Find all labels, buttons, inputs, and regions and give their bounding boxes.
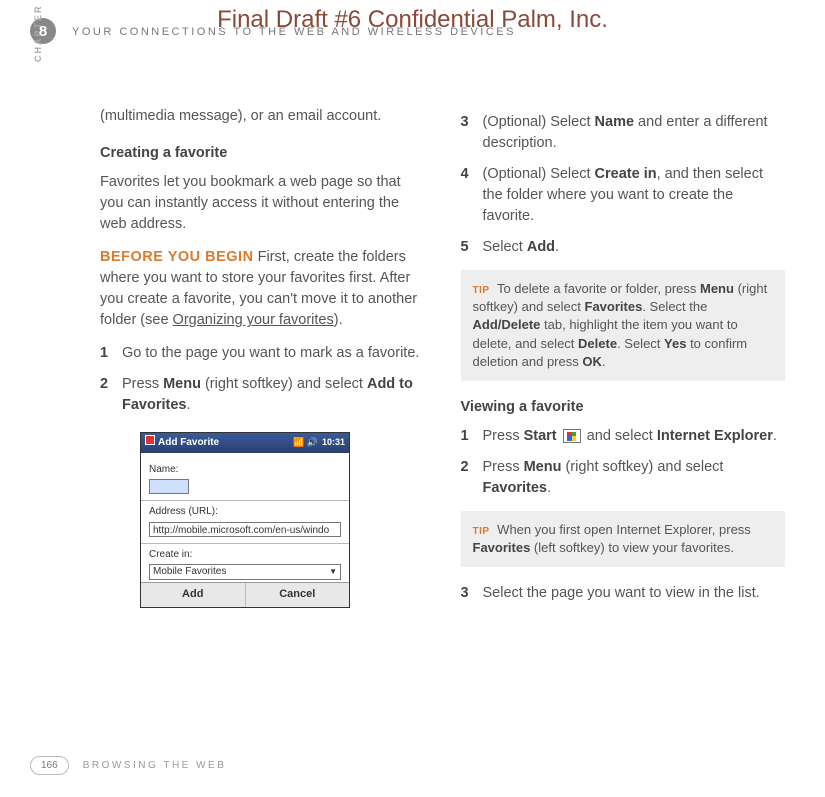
mock-address-input[interactable]: http://mobile.microsoft.com/en-us/windo <box>149 522 341 537</box>
tipbox-delete-favorite: TIP To delete a favorite or folder, pres… <box>461 270 786 381</box>
mock-cancel-button[interactable]: Cancel <box>246 583 350 607</box>
mock-dialog: Add Favorite 📶 🔊 10:31 Name: Address (UR… <box>140 432 350 608</box>
step-text: Select the page you want to view in the … <box>483 583 786 604</box>
list-item: 2 Press Menu (right softkey) and select … <box>461 457 786 499</box>
chevron-down-icon: ▼ <box>329 566 337 578</box>
start-icon <box>563 429 581 443</box>
step-text: Press Menu (right softkey) and select Ad… <box>122 374 425 416</box>
right-column: 3 (Optional) Select Name and enter a dif… <box>461 106 786 737</box>
step-number: 2 <box>100 374 122 395</box>
mock-title: Add Favorite <box>145 435 219 451</box>
step-number: 3 <box>461 112 483 133</box>
add-favorite-screenshot: Add Favorite 📶 🔊 10:31 Name: Address (UR… <box>140 432 350 608</box>
view-favorite-steps-cont: 3 Select the page you want to view in th… <box>461 583 786 604</box>
tipbox-first-open: TIP When you first open Internet Explore… <box>461 511 786 567</box>
step-number: 2 <box>461 457 483 478</box>
organizing-favorites-link[interactable]: Organizing your favorites <box>173 312 334 328</box>
step-text: Press Menu (right softkey) and select Fa… <box>483 457 786 499</box>
mock-name-label: Name: <box>149 463 341 478</box>
step-text: Press Start and select Internet Explorer… <box>483 426 786 447</box>
mock-address-label: Address (URL): <box>149 505 341 520</box>
mock-body: Name: Address (URL): http://mobile.micro… <box>141 453 349 583</box>
before-you-begin-block: BEFORE YOU BEGIN First, create the folde… <box>100 247 425 331</box>
view-favorite-steps: 1 Press Start and select Internet Explor… <box>461 426 786 499</box>
before-you-begin-label: BEFORE YOU BEGIN <box>100 249 254 265</box>
heading-creating-favorite: Creating a favorite <box>100 143 425 164</box>
favorites-description: Favorites let you bookmark a web page so… <box>100 172 425 235</box>
list-item: 3 Select the page you want to view in th… <box>461 583 786 604</box>
chapter-side-label: CHAPTER <box>33 4 43 62</box>
mock-button-row: Add Cancel <box>141 582 349 607</box>
windows-flag-icon <box>145 435 155 445</box>
page-number: 166 <box>30 756 69 775</box>
tip-label: TIP <box>473 285 490 296</box>
step-text: Go to the page you want to mark as a fav… <box>122 343 425 364</box>
content-area: (multimedia message), or an email accoun… <box>100 106 785 737</box>
list-item: 3 (Optional) Select Name and enter a dif… <box>461 112 786 154</box>
mock-status-icons: 📶 🔊 10:31 <box>293 436 345 449</box>
tip-label: TIP <box>473 526 490 537</box>
mock-titlebar: Add Favorite 📶 🔊 10:31 <box>141 433 349 453</box>
chapter-title-banner: YOUR CONNECTIONS TO THE WEB AND WIRELESS… <box>72 26 516 38</box>
step-text: (Optional) Select Create in, and then se… <box>483 164 786 227</box>
mock-name-input[interactable] <box>149 479 189 494</box>
mock-add-button[interactable]: Add <box>141 583 246 607</box>
page-footer: 166 BROWSING THE WEB <box>30 756 226 775</box>
step-number: 4 <box>461 164 483 185</box>
mock-createin-select[interactable]: Mobile Favorites ▼ <box>149 564 341 580</box>
list-item: 5 Select Add. <box>461 237 786 258</box>
list-item: 1 Go to the page you want to mark as a f… <box>100 343 425 364</box>
intro-paragraph: (multimedia message), or an email accoun… <box>100 106 425 127</box>
list-item: 2 Press Menu (right softkey) and select … <box>100 374 425 416</box>
left-column: (multimedia message), or an email accoun… <box>100 106 425 737</box>
heading-viewing-favorite: Viewing a favorite <box>461 397 786 418</box>
step-text: (Optional) Select Name and enter a diffe… <box>483 112 786 154</box>
step-number: 1 <box>100 343 122 364</box>
step-number: 3 <box>461 583 483 604</box>
mock-createin-label: Create in: <box>149 548 341 563</box>
footer-section-title: BROWSING THE WEB <box>83 760 227 771</box>
list-item: 4 (Optional) Select Create in, and then … <box>461 164 786 227</box>
step-number: 5 <box>461 237 483 258</box>
create-favorite-steps: 1 Go to the page you want to mark as a f… <box>100 343 425 416</box>
list-item: 1 Press Start and select Internet Explor… <box>461 426 786 447</box>
step-text: Select Add. <box>483 237 786 258</box>
create-favorite-steps-cont: 3 (Optional) Select Name and enter a dif… <box>461 112 786 258</box>
step-number: 1 <box>461 426 483 447</box>
